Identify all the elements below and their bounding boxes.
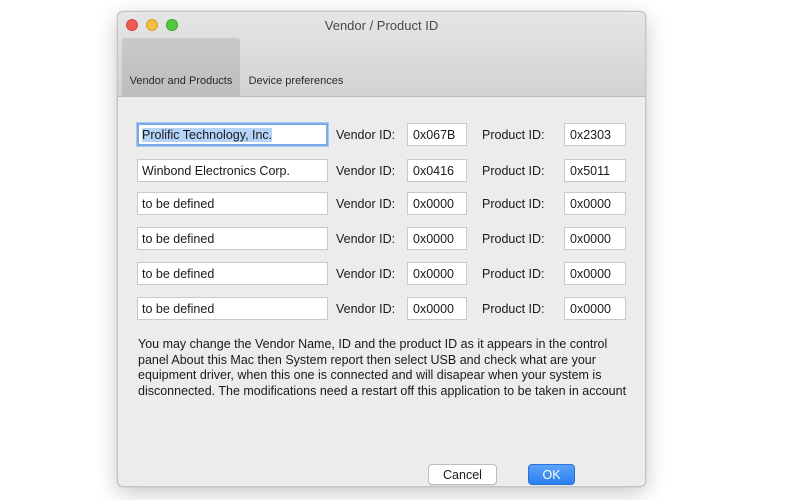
ok-button[interactable]: OK: [528, 464, 575, 485]
titlebar: Vendor / Product ID Vendor and Products …: [118, 12, 645, 97]
vendor-name-field[interactable]: to be defined: [137, 227, 328, 250]
vendor-row: Prolific Technology, Inc. Vendor ID: 0x0…: [118, 123, 645, 147]
vendor-id-label: Vendor ID:: [336, 302, 396, 316]
product-id-label: Product ID:: [482, 128, 545, 142]
vendor-id-label: Vendor ID:: [336, 197, 396, 211]
product-id-field[interactable]: 0x5011: [564, 159, 626, 182]
tab-content: Prolific Technology, Inc. Vendor ID: 0x0…: [118, 97, 645, 486]
product-id-field[interactable]: 0x0000: [564, 227, 626, 250]
vendor-row: to be defined Vendor ID: 0x0000 Product …: [118, 227, 645, 251]
vendor-name-field[interactable]: Prolific Technology, Inc.: [137, 123, 328, 146]
product-id-label: Product ID:: [482, 302, 545, 316]
vendor-id-field[interactable]: 0x0000: [407, 262, 467, 285]
vendor-name-field[interactable]: to be defined: [137, 262, 328, 285]
vendor-product-dialog: Vendor / Product ID Vendor and Products …: [117, 11, 646, 487]
product-id-field[interactable]: 0x0000: [564, 192, 626, 215]
vendor-id-field[interactable]: 0x0416: [407, 159, 467, 182]
tab-device-preferences[interactable]: Device preferences: [242, 38, 350, 96]
vendor-row: Winbond Electronics Corp. Vendor ID: 0x0…: [118, 159, 645, 183]
product-id-label: Product ID:: [482, 232, 545, 246]
product-id-label: Product ID:: [482, 267, 545, 281]
vendor-id-field[interactable]: 0x0000: [407, 227, 467, 250]
vendor-id-field[interactable]: 0x0000: [407, 297, 467, 320]
vendor-name-text: Prolific Technology, Inc.: [142, 128, 273, 142]
product-id-label: Product ID:: [482, 164, 545, 178]
vendor-id-label: Vendor ID:: [336, 128, 396, 142]
vendor-id-label: Vendor ID:: [336, 267, 396, 281]
vendor-row: to be defined Vendor ID: 0x0000 Product …: [118, 262, 645, 286]
vendor-name-field[interactable]: to be defined: [137, 297, 328, 320]
vendor-name-field[interactable]: to be defined: [137, 192, 328, 215]
vendor-id-label: Vendor ID:: [336, 164, 396, 178]
cancel-button[interactable]: Cancel: [428, 464, 497, 485]
product-id-field[interactable]: 0x0000: [564, 297, 626, 320]
vendor-id-label: Vendor ID:: [336, 232, 396, 246]
product-id-field[interactable]: 0x2303: [564, 123, 626, 146]
vendor-name-field[interactable]: Winbond Electronics Corp.: [137, 159, 328, 182]
window-title: Vendor / Product ID: [324, 18, 439, 33]
product-id-field[interactable]: 0x0000: [564, 262, 626, 285]
vendor-id-field[interactable]: 0x0000: [407, 192, 467, 215]
vendor-row: to be defined Vendor ID: 0x0000 Product …: [118, 297, 645, 321]
vendor-id-field[interactable]: 0x067B: [407, 123, 467, 146]
tab-vendor-and-products[interactable]: Vendor and Products: [122, 38, 240, 96]
product-id-label: Product ID:: [482, 197, 545, 211]
info-text: You may change the Vendor Name, ID and t…: [138, 337, 627, 398]
vendor-row: to be defined Vendor ID: 0x0000 Product …: [118, 192, 645, 216]
